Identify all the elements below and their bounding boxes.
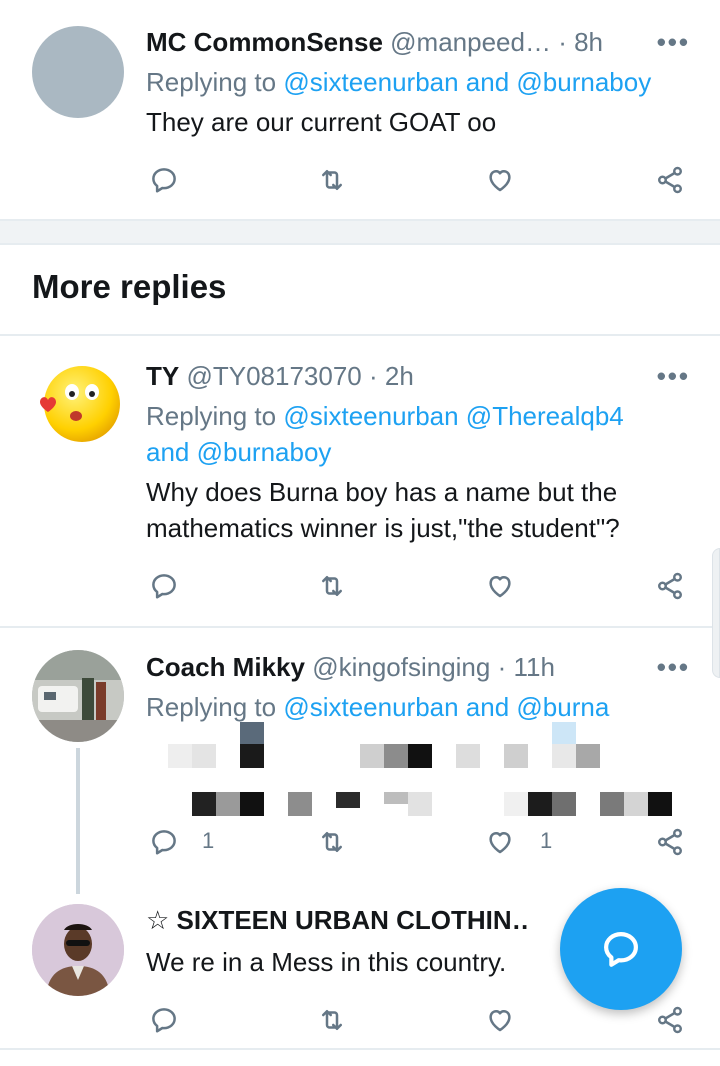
share-icon[interactable] — [650, 1000, 690, 1040]
reply-count: 1 — [202, 828, 215, 853]
compose-reply-button[interactable] — [560, 888, 682, 1010]
replying-to-users-cont[interactable]: and @burnaboy — [146, 437, 331, 467]
avatar[interactable] — [32, 650, 124, 742]
reply-icon[interactable] — [144, 566, 184, 606]
tweet-text-line: mathematics winner is just,"the student"… — [146, 513, 620, 543]
tweet-header: Coach Mikky @kingofsinging · 11h ••• — [146, 651, 690, 683]
share-icon[interactable] — [650, 566, 690, 606]
retweet-icon[interactable] — [312, 1000, 352, 1040]
replying-to: Replying to @sixteenurban @Therealqb4 an… — [146, 398, 690, 470]
author-name[interactable]: MC CommonSense — [146, 27, 383, 57]
more-options-icon[interactable]: ••• — [657, 26, 690, 58]
author-handle[interactable]: @manpeed… — [390, 27, 551, 57]
author-handle[interactable]: @kingofsinging — [312, 652, 490, 682]
timestamp[interactable]: · 2h — [369, 361, 414, 391]
timestamp[interactable]: · 8h — [558, 27, 603, 57]
reply-icon[interactable] — [144, 1000, 184, 1040]
photo-avatar-icon — [32, 650, 124, 742]
divider — [0, 626, 720, 628]
tweet-actions: 1 1 — [146, 822, 692, 862]
tweet-actions — [146, 160, 692, 200]
retweet-icon[interactable] — [312, 822, 352, 862]
tweet-actions — [146, 566, 692, 606]
timestamp[interactable]: · 11h — [498, 652, 555, 682]
replying-to-users[interactable]: @sixteenurban @Therealqb4 — [283, 401, 623, 431]
tweet-header: ☆ SIXTEEN URBAN CLOTHIN… — [146, 904, 530, 936]
reply-icon[interactable] — [144, 822, 184, 862]
author-name[interactable]: Coach Mikky — [146, 652, 305, 682]
retweet-icon[interactable] — [312, 566, 352, 606]
more-options-icon[interactable]: ••• — [657, 651, 690, 683]
divider — [0, 334, 720, 336]
author-handle[interactable]: @TY08173070 — [186, 361, 361, 391]
photo-avatar-icon — [32, 904, 124, 996]
thread-connector — [76, 748, 80, 894]
like-icon[interactable] — [480, 160, 520, 200]
share-icon[interactable] — [650, 822, 690, 862]
tweet-text-line: Why does Burna boy has a name but the — [146, 477, 618, 507]
kiss-emoji-avatar-icon — [40, 366, 120, 442]
tweet-text: They are our current GOAT oo — [146, 107, 497, 137]
tweet-text: Why does Burna boy has a name but the ma… — [146, 474, 690, 546]
more-options-icon[interactable]: ••• — [657, 360, 690, 392]
section-separator — [0, 219, 720, 245]
replying-to: Replying to @sixteenurban and @burna — [146, 689, 690, 725]
replying-to-users[interactable]: @sixteenurban and @burnaboy — [283, 67, 651, 97]
avatar[interactable] — [32, 904, 124, 996]
replying-to-users[interactable]: @sixteenurban and @burna — [283, 692, 609, 722]
scroll-edge-handle[interactable] — [712, 548, 720, 678]
replying-to-prefix: Replying to — [146, 401, 284, 431]
author-name[interactable]: ☆ SIXTEEN URBAN CLOTHIN… — [146, 905, 530, 935]
more-replies-heading: More replies — [32, 268, 227, 305]
retweet-icon[interactable] — [312, 160, 352, 200]
replying-to: Replying to @sixteenurban and @burnaboy — [146, 64, 690, 100]
tweet-text: We re in a Mess in this country. — [146, 947, 507, 977]
author-name[interactable]: TY — [146, 361, 179, 391]
avatar[interactable] — [32, 26, 124, 118]
like-count: 1 — [540, 828, 553, 853]
avatar[interactable] — [32, 358, 124, 450]
replying-to-prefix: Replying to — [146, 692, 284, 722]
tweet-header: TY @TY08173070 · 2h ••• — [146, 360, 690, 392]
reply-icon[interactable] — [144, 160, 184, 200]
like-icon[interactable] — [480, 1000, 520, 1040]
like-icon[interactable] — [480, 822, 520, 862]
replying-to-prefix: Replying to — [146, 67, 284, 97]
like-icon[interactable] — [480, 566, 520, 606]
compose-reply-icon — [604, 932, 638, 967]
tweet-header: MC CommonSense @manpeed… · 8h ••• — [146, 26, 690, 58]
share-icon[interactable] — [650, 160, 690, 200]
divider — [0, 1048, 720, 1050]
